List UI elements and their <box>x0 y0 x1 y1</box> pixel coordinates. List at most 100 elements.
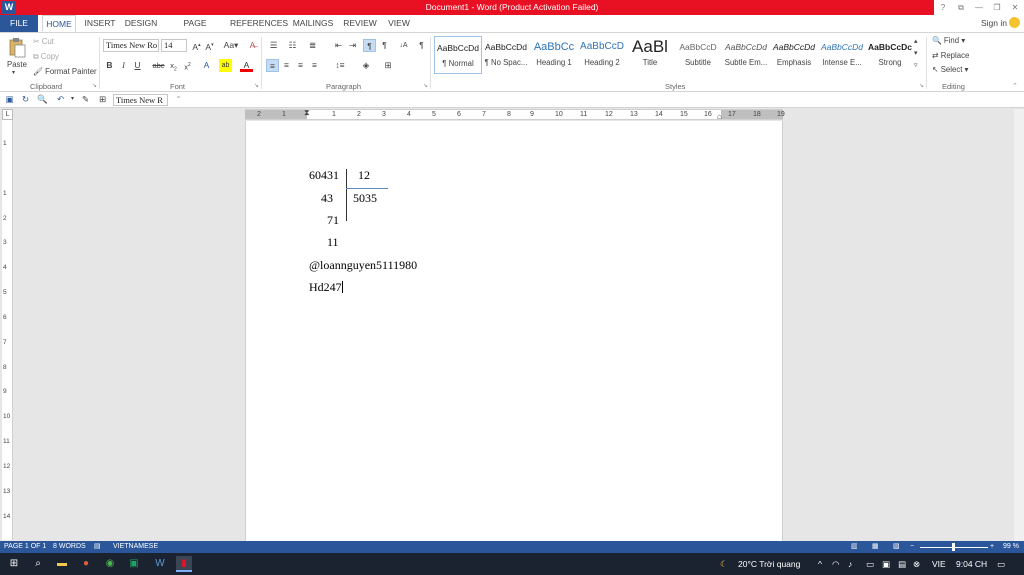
notification-icon[interactable]: ▭ <box>997 553 1005 575</box>
shading-icon[interactable]: ◈ <box>358 59 374 72</box>
shrink-font-icon[interactable]: A▾ <box>203 39 216 52</box>
paste-button[interactable]: Paste <box>7 60 27 69</box>
file-explorer-icon[interactable]: ▬ <box>54 556 70 572</box>
tab-selector[interactable]: L <box>2 109 13 120</box>
align-left-icon[interactable]: ≡ <box>266 59 279 72</box>
zoom-in-icon[interactable]: + <box>990 541 994 553</box>
horizontal-ruler[interactable]: 2 1 1 2 3 4 5 6 7 8 9 10 11 12 13 14 15 … <box>245 108 785 121</box>
refresh-icon[interactable]: ↻ <box>19 93 32 106</box>
superscript-icon[interactable]: x2 <box>181 59 194 72</box>
numbering-icon[interactable]: ☷ <box>285 39 300 52</box>
volume-icon[interactable]: ♪ <box>848 553 852 575</box>
find-button[interactable]: 🔍 Find ▾ <box>932 36 965 45</box>
collapse-ribbon-icon[interactable]: ⌃ <box>1012 82 1018 90</box>
ltr-direction-icon[interactable]: ¶ <box>363 39 376 52</box>
highlight-icon[interactable]: ab <box>219 59 232 72</box>
wifi-icon[interactable]: ◠ <box>832 553 839 575</box>
save-icon[interactable]: ▣ <box>3 93 16 106</box>
tab-review[interactable]: REVIEW <box>342 15 378 32</box>
excel-icon[interactable]: ▣ <box>126 556 142 572</box>
style-emphasis[interactable]: AaBbCcDd Emphasis <box>770 36 818 74</box>
clock-time[interactable]: 9:04 CH <box>956 553 987 575</box>
print-layout-icon[interactable]: ▦ <box>872 541 879 553</box>
copy-button[interactable]: ⧉ Copy <box>33 52 59 62</box>
style-strong[interactable]: AaBbCcDc Strong <box>866 36 914 74</box>
tray-overflow-icon[interactable]: ^ <box>818 553 822 575</box>
styles-scroll-up-icon[interactable]: ▴ <box>914 37 918 45</box>
weather-text[interactable]: 20°C Trời quang <box>738 553 800 575</box>
insert-table-icon[interactable]: ⊞ <box>96 93 109 106</box>
search-icon[interactable]: ⌕ <box>30 556 46 572</box>
customize-qat-icon[interactable]: ⁼ <box>172 93 185 106</box>
print-preview-icon[interactable]: 🔍 <box>36 93 49 106</box>
document-page[interactable]: 60431 12 43 5035 71 11 @loannguyen511198… <box>245 121 783 541</box>
zoom-level[interactable]: 99 % <box>1003 541 1019 553</box>
vertical-ruler[interactable]: 1 1 2 3 4 5 6 7 8 9 10 11 12 13 14 <box>2 120 13 540</box>
style-subtitle[interactable]: AaBbCcD Subtitle <box>674 36 722 74</box>
align-right-icon[interactable]: ≡ <box>294 59 307 72</box>
style-subtle-emphasis[interactable]: AaBbCcDd Subtle Em... <box>722 36 770 74</box>
tab-page-layout[interactable]: PAGE LAYOUT <box>166 15 224 45</box>
text-effects-icon[interactable]: A <box>200 59 213 72</box>
strikethrough-icon[interactable]: abc <box>151 59 166 72</box>
tab-mailings[interactable]: MAILINGS <box>292 15 334 32</box>
notes-tray-icon[interactable]: ▤ <box>898 553 906 575</box>
borders-icon[interactable]: ⊞ <box>380 59 396 72</box>
tab-home[interactable]: HOME <box>42 15 76 32</box>
grow-font-icon[interactable]: A▴ <box>190 39 203 52</box>
first-line-indent-marker[interactable]: ⧗ <box>304 108 310 118</box>
increase-indent-icon[interactable]: ⇥ <box>346 39 359 52</box>
multilevel-list-icon[interactable]: ≣ <box>305 39 320 52</box>
decrease-indent-icon[interactable]: ⇤ <box>332 39 345 52</box>
browser-icon[interactable]: ● <box>78 556 94 572</box>
sign-in-link[interactable]: Sign in <box>981 15 1020 32</box>
windows-start-icon[interactable]: ⊞ <box>6 556 22 572</box>
ribbon-display-icon[interactable]: ⧉ <box>952 0 970 15</box>
style-normal[interactable]: AaBbCcDd ¶ Normal <box>434 36 482 74</box>
language-status[interactable]: VIETNAMESE <box>113 541 158 553</box>
proofing-icon[interactable]: ▤ <box>94 541 101 553</box>
draw-table-icon[interactable]: ✎ <box>79 93 92 106</box>
battery-icon[interactable]: ▭ <box>866 553 874 575</box>
cut-button[interactable]: ✂ Cut <box>33 37 54 46</box>
tab-insert[interactable]: INSERT <box>82 15 118 32</box>
styles-launcher-icon[interactable]: ↘ <box>919 82 924 89</box>
paste-icon[interactable] <box>8 37 26 59</box>
style-title[interactable]: AaBl Title <box>626 36 674 74</box>
read-mode-icon[interactable]: ▥ <box>851 541 858 553</box>
right-indent-marker[interactable]: ⌂ <box>717 112 722 121</box>
help-icon[interactable]: ? <box>934 0 952 15</box>
select-button[interactable]: ↖ Select ▾ <box>932 65 968 74</box>
clear-formatting-icon[interactable]: A̶ <box>246 39 259 52</box>
qat-font-box[interactable]: Times New R <box>113 94 168 106</box>
smiley-icon[interactable] <box>1009 17 1020 28</box>
active-app-icon[interactable]: ▮ <box>176 556 192 572</box>
undo-dropdown-icon[interactable]: ▾ <box>66 93 79 106</box>
bold-icon[interactable]: B <box>103 59 116 72</box>
security-tray-icon[interactable]: ⊗ <box>913 553 920 575</box>
input-language[interactable]: VIE <box>932 553 946 575</box>
bullets-icon[interactable]: ☰ <box>266 39 281 52</box>
style-intense-emphasis[interactable]: AaBbCcDd Intense E... <box>818 36 866 74</box>
vertical-scrollbar[interactable] <box>1014 109 1024 541</box>
italic-icon[interactable]: I <box>117 59 130 72</box>
chrome-icon[interactable]: ◉ <box>102 556 118 572</box>
restore-icon[interactable]: ❐ <box>988 0 1006 15</box>
style-no-spacing[interactable]: AaBbCcDd ¶ No Spac... <box>482 36 530 74</box>
justify-icon[interactable]: ≡ <box>308 59 321 72</box>
paste-chevron-icon[interactable]: ▾ <box>12 69 15 76</box>
clipboard-launcher-icon[interactable]: ↘ <box>92 82 97 89</box>
font-launcher-icon[interactable]: ↘ <box>254 82 259 89</box>
line-spacing-icon[interactable]: ↕≡ <box>332 59 348 72</box>
weather-moon-icon[interactable]: ☾ <box>720 553 728 575</box>
styles-more-icon[interactable]: ▿ <box>914 61 918 69</box>
sort-icon[interactable]: ↓A <box>397 39 410 52</box>
paragraph-launcher-icon[interactable]: ↘ <box>423 82 428 89</box>
replace-button[interactable]: ⇄ Replace <box>932 51 969 60</box>
tab-references[interactable]: REFERENCES <box>230 15 288 32</box>
zoom-slider-thumb[interactable] <box>952 543 955 551</box>
align-center-icon[interactable]: ≡ <box>280 59 293 72</box>
font-name-box[interactable]: Times New Ro <box>103 39 159 52</box>
style-heading-1[interactable]: AaBbCc Heading 1 <box>530 36 578 74</box>
font-color-icon[interactable]: A <box>240 59 253 72</box>
